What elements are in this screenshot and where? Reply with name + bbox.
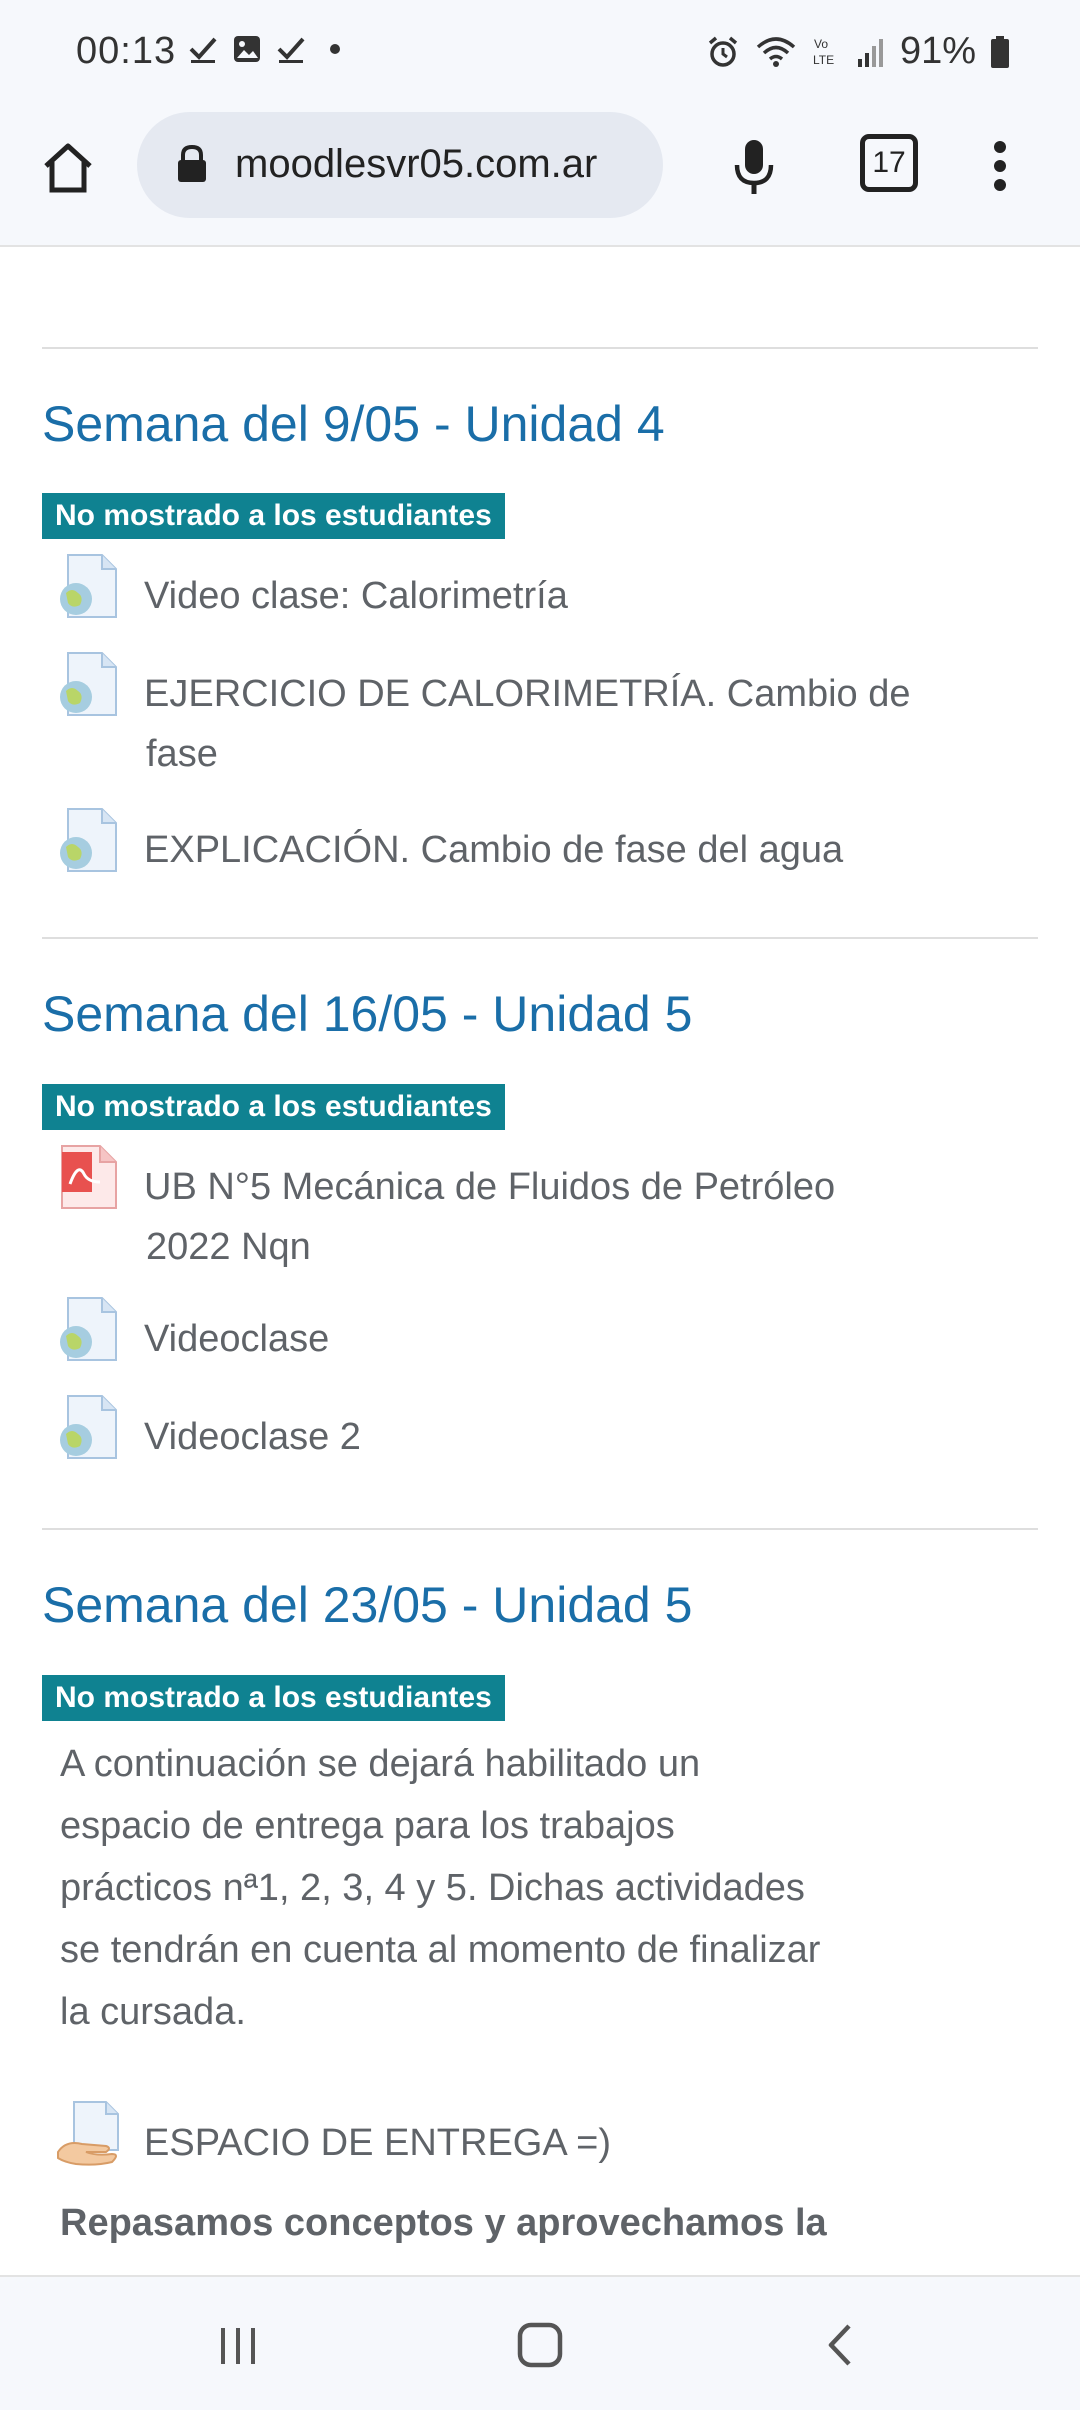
web-resource-icon — [60, 652, 117, 716]
activity-label: ESPACIO DE ENTREGA =) — [144, 2122, 612, 2164]
section-divider — [42, 937, 1038, 939]
summary-line: prácticos nª1, 2, 3, 4 y 5. Dichas activ… — [60, 1867, 805, 1909]
home-icon — [44, 143, 92, 193]
activity-label: Videoclase — [144, 1318, 330, 1360]
check-icon — [277, 37, 305, 63]
activity-label: Videoclase 2 — [144, 1416, 361, 1458]
summary-line: A continuación se dejará habilitado un — [60, 1743, 701, 1785]
address-bar[interactable]: moodlesvr05.com.ar — [137, 112, 663, 218]
section-title-unidad-5b[interactable]: Semana del 23/05 - Unidad 5 — [42, 1576, 692, 1634]
status-right: Vo LTE 91% — [706, 30, 1010, 73]
dot-icon — [330, 44, 340, 54]
web-resource-icon — [60, 808, 117, 872]
navigation-bar — [0, 2275, 1080, 2410]
section-title-unidad-5[interactable]: Semana del 16/05 - Unidad 5 — [42, 985, 692, 1043]
section-summary: A continuación se dejará habilitado un e… — [60, 1733, 920, 2043]
activity-label: UB N°5 Mecánica de Fluidos de Petróleo — [144, 1166, 836, 1208]
tab-count: 17 — [872, 146, 906, 179]
svg-text:LTE: LTE — [813, 53, 834, 67]
hidden-badge: No mostrado a los estudiantes — [42, 493, 505, 539]
course-content: Semana del 9/05 - Unidad 4 No mostrado a… — [0, 247, 1080, 2275]
volte-icon: Vo LTE — [813, 37, 834, 67]
back-icon — [828, 2324, 851, 2366]
image-icon — [234, 36, 260, 62]
hidden-badge: No mostrado a los estudiantes — [42, 1084, 505, 1130]
assignment-icon — [57, 2101, 119, 2166]
pdf-file-icon — [61, 1145, 117, 1209]
notification-icons — [188, 34, 350, 64]
battery-icon — [991, 35, 1009, 68]
tab-switcher-button[interactable]: 17 — [860, 134, 918, 192]
summary-line: la cursada. — [60, 1991, 246, 2033]
activity-label: EJERCICIO DE CALORIMETRÍA. Cambio de — [144, 673, 911, 715]
home-nav-button[interactable] — [502, 2307, 578, 2383]
activity-label-continued: 2022 Nqn — [146, 1226, 311, 1268]
signal-icon — [857, 38, 883, 67]
alarm-icon — [708, 36, 738, 67]
web-resource-icon — [60, 1297, 117, 1361]
summary-line: se tendrán en cuenta al momento de final… — [60, 1929, 821, 1971]
bold-text: Repasamos conceptos y aprovechamos la — [60, 2202, 827, 2244]
status-time: 00:13 — [76, 30, 177, 72]
home-nav-icon — [517, 2322, 563, 2368]
home-button[interactable] — [36, 136, 100, 200]
web-resource-icon — [60, 554, 117, 618]
recent-apps-button[interactable] — [200, 2307, 276, 2383]
summary-line: espacio de entrega para los trabajos — [60, 1805, 675, 1847]
section-divider — [42, 347, 1038, 349]
activity-label-continued: fase — [146, 733, 218, 775]
browser-toolbar: moodlesvr05.com.ar 17 — [0, 110, 1080, 247]
back-button[interactable] — [804, 2307, 880, 2383]
web-resource-icon — [60, 1395, 117, 1459]
microphone-icon — [734, 140, 774, 194]
wifi-icon — [756, 36, 796, 67]
section-title-unidad-4[interactable]: Semana del 9/05 - Unidad 4 — [42, 395, 665, 453]
hidden-badge: No mostrado a los estudiantes — [42, 1675, 505, 1721]
section-divider — [42, 1528, 1038, 1530]
activity-label: EXPLICACIÓN. Cambio de fase del agua — [144, 829, 844, 871]
more-vertical-icon — [994, 141, 1006, 191]
url-text: moodlesvr05.com.ar — [235, 142, 598, 186]
recent-apps-icon — [221, 2328, 255, 2364]
activity-label: Video clase: Calorimetría — [144, 575, 568, 617]
check-icon — [189, 37, 217, 63]
svg-text:Vo: Vo — [814, 37, 828, 51]
battery-percent: 91% — [899, 30, 976, 72]
status-bar: 00:13 Vo LTE 91% — [0, 0, 1080, 110]
overflow-menu-button[interactable] — [980, 134, 1020, 198]
lock-icon — [178, 144, 206, 182]
voice-search-button[interactable] — [724, 132, 784, 202]
